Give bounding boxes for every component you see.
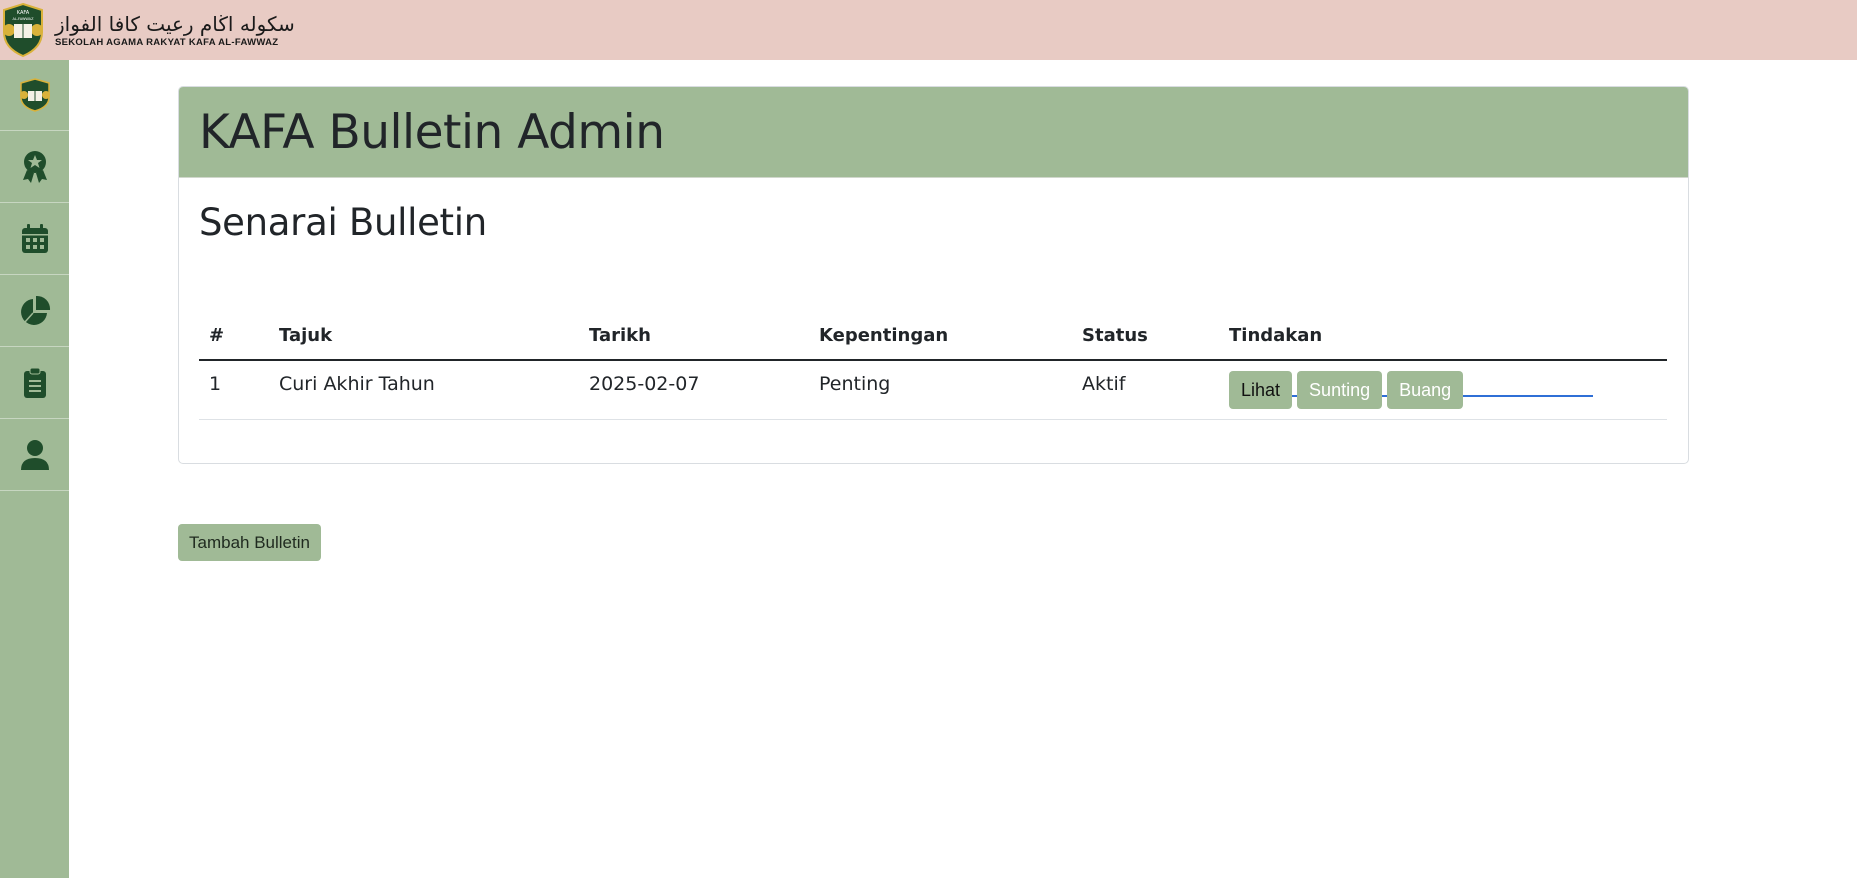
col-header-number: # bbox=[199, 323, 279, 361]
col-header-tindakan: Tindakan bbox=[1229, 323, 1667, 361]
card-header: KAFA Bulletin Admin bbox=[179, 87, 1688, 178]
col-header-tajuk: Tajuk bbox=[279, 323, 589, 361]
cell-actions: Lihat Sunting Buang bbox=[1229, 360, 1667, 420]
bulletin-table: # Tajuk Tarikh Kepentingan Status Tindak… bbox=[199, 323, 1667, 420]
sidebar-item-bulletin[interactable] bbox=[0, 347, 69, 419]
bulletin-admin-card: KAFA Bulletin Admin Senarai Bulletin # T… bbox=[178, 86, 1689, 464]
add-bulletin-button[interactable]: Tambah Bulletin bbox=[178, 524, 321, 561]
calendar-icon bbox=[21, 223, 48, 253]
brand-arabic-name: سكوله اڬام رعيت كافا الفواز bbox=[55, 12, 295, 36]
table-header-row: # Tajuk Tarikh Kepentingan Status Tindak… bbox=[199, 323, 1667, 361]
sidebar bbox=[0, 60, 69, 878]
logo-text-kafa: KAFA bbox=[17, 10, 30, 16]
pie-chart-icon bbox=[20, 295, 50, 325]
edit-button[interactable]: Sunting bbox=[1297, 371, 1383, 409]
logo-text-fawwaz: AL-FAWWAZ bbox=[13, 17, 35, 21]
award-icon bbox=[22, 150, 47, 183]
delete-button[interactable]: Buang bbox=[1387, 371, 1464, 409]
sidebar-item-profile[interactable] bbox=[0, 419, 69, 491]
user-icon bbox=[20, 439, 49, 470]
section-title: Senarai Bulletin bbox=[199, 201, 487, 244]
cell-tarikh: 2025-02-07 bbox=[589, 360, 819, 420]
col-header-status: Status bbox=[1082, 323, 1229, 361]
col-header-tarikh: Tarikh bbox=[589, 323, 819, 361]
school-logo[interactable]: KAFA AL-FAWWAZ bbox=[1, 2, 45, 58]
brand-latin-name: SEKOLAH AGAMA RAKYAT KAFA AL-FAWWAZ bbox=[55, 37, 279, 48]
sidebar-item-reports[interactable] bbox=[0, 275, 69, 347]
top-bar: KAFA AL-FAWWAZ سكوله اڬام رعيت كافا الفو… bbox=[0, 0, 1857, 60]
cell-number: 1 bbox=[199, 360, 279, 420]
row-actions: Lihat Sunting Buang bbox=[1229, 371, 1667, 409]
view-button[interactable]: Lihat bbox=[1229, 371, 1293, 409]
brand: سكوله اڬام رعيت كافا الفواز SEKOLAH AGAM… bbox=[55, 11, 295, 49]
sidebar-item-calendar[interactable] bbox=[0, 203, 69, 275]
cell-tajuk: Curi Akhir Tahun bbox=[279, 360, 589, 420]
col-header-kepentingan: Kepentingan bbox=[819, 323, 1082, 361]
sidebar-item-awards[interactable] bbox=[0, 131, 69, 203]
cell-kepentingan: Penting bbox=[819, 360, 1082, 420]
table-row: 1 Curi Akhir Tahun 2025-02-07 Penting Ak… bbox=[199, 360, 1667, 420]
sidebar-item-home[interactable] bbox=[0, 60, 69, 131]
page-title: KAFA Bulletin Admin bbox=[199, 104, 665, 160]
school-logo-icon bbox=[19, 78, 50, 112]
clipboard-icon bbox=[23, 367, 46, 398]
cell-status: Aktif bbox=[1082, 360, 1229, 420]
card-body: Senarai Bulletin # Tajuk Tarikh Kepentin… bbox=[179, 178, 1688, 420]
